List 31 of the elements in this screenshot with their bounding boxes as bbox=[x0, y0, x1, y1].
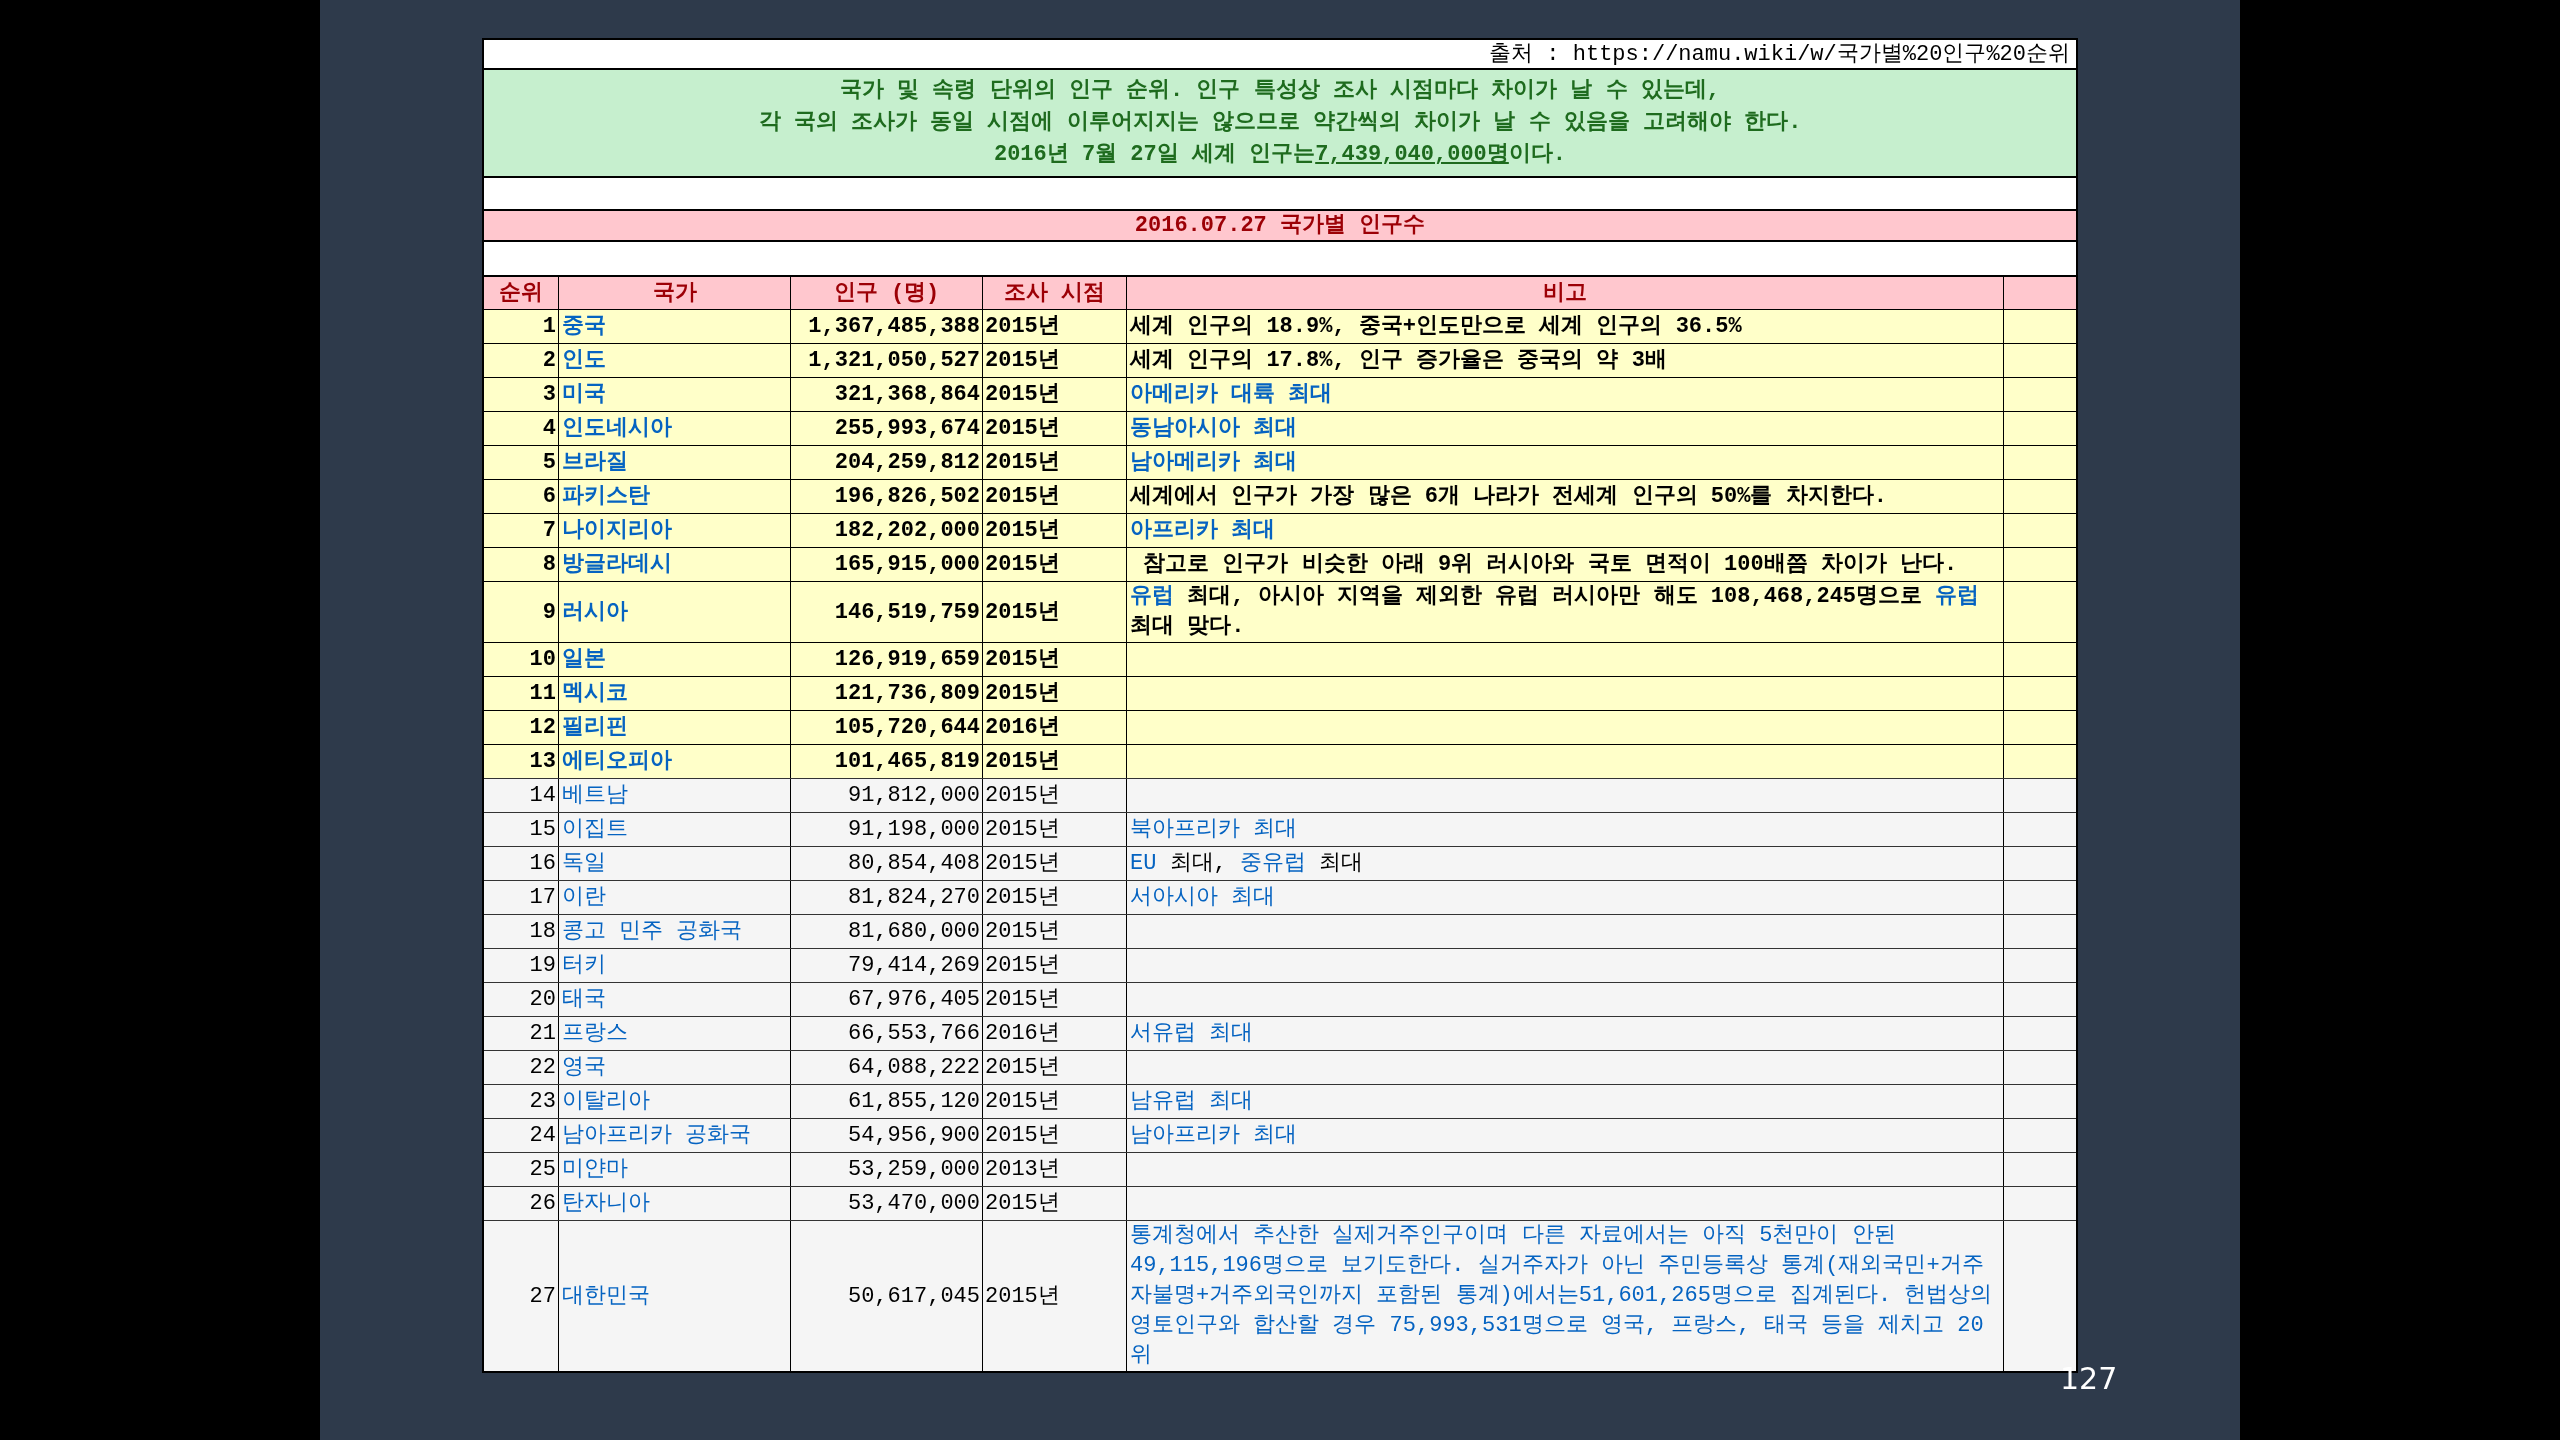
population-cell: 50,617,045 bbox=[791, 1221, 983, 1371]
note-link[interactable]: 서아시아 최대 bbox=[1130, 882, 1276, 913]
note-link[interactable]: 북아프리카 최대 bbox=[1130, 814, 1298, 845]
note-link[interactable]: 아메리카 대륙 최대 bbox=[1130, 379, 1333, 410]
note-text: EU 최대, 중유럽 최대 bbox=[1130, 849, 1364, 878]
note-link[interactable]: 서유럽 최대 bbox=[1130, 1018, 1254, 1049]
intro-text: 국가 및 속령 단위의 인구 순위. 인구 특성상 조사 시점마다 차이가 날 수 있는데, bbox=[839, 77, 1720, 105]
note-text: 참고로 인구가 비슷한 아래 9위 러시아와 국토 면적이 100배쯤 차이가 난다. bbox=[1142, 550, 1958, 579]
link[interactable]: EU bbox=[1130, 850, 1157, 876]
link[interactable]: 중유럽 bbox=[1240, 850, 1306, 876]
page-number: 127 bbox=[2060, 1360, 2118, 1398]
rank-cell: 27 bbox=[484, 1221, 559, 1371]
note-link[interactable]: 동남아시아 최대 bbox=[1130, 413, 1298, 444]
note-text: 세계 인구의 17.8%, 인구 증가율은 중국의 약 3배 bbox=[1130, 346, 1667, 375]
note-link[interactable]: 아프리카 최대 bbox=[1130, 515, 1276, 546]
intro-text: 2016년 7월 27일 세계 인구는7,439,040,000명이다. bbox=[993, 141, 1567, 169]
country-link[interactable]: 대한민국 bbox=[559, 1221, 791, 1371]
link[interactable]: 유럽 bbox=[1935, 584, 1980, 609]
link[interactable]: 7,439,040,000명 bbox=[1315, 142, 1509, 167]
note-link[interactable]: 남아프리카 최대 bbox=[1130, 1120, 1298, 1151]
intro-text: 각 국의 조사가 동일 시점에 이루어지지는 않으므로 약간씩의 차이가 날 수 있음을 고려해야 한다. bbox=[758, 109, 1802, 137]
title-text: 2016.07.27 국가별 인구수 bbox=[1134, 212, 1426, 240]
note-link[interactable]: 남아메리카 최대 bbox=[1130, 447, 1298, 478]
note-text: 세계에서 인구가 가장 많은 6개 나라가 전세계 인구의 50%를 차지한다. bbox=[1130, 482, 1887, 511]
note-link[interactable]: 통계청에서 추산한 실제거주인구이며 다른 자료에서는 아직 5천만이 안된 49,115,196명으로 보기도한다. 실거주자가 아닌 주민등록상 통계(재외국민+거주자불명+거주외국인까지 포함된 통계)에서는51,601,265명으로 집계된다. 헌법상의 영토인구와 합산할 경우 75,993,531명으로 영국, 프랑스, 태국 등을 제치고 20위 bbox=[1130, 1221, 2000, 1371]
source-text: 출처 : https://namu.wiki/w/국가별%20인구%20순위 bbox=[1489, 40, 2070, 69]
note-text: 세계 인구의 18.9%, 중국+인도만으로 세계 인구의 36.5% bbox=[1130, 312, 1742, 341]
note-text: 유럽 최대, 아시아 지역을 제외한 유럽 러시아만 해도 108,468,245명으로 유럽 최대 맞다. bbox=[1130, 583, 1981, 641]
note-link[interactable]: 남유럽 최대 bbox=[1130, 1086, 1254, 1117]
year-cell: 2015년 bbox=[983, 1221, 1127, 1371]
link[interactable]: 유럽 bbox=[1130, 584, 1174, 609]
